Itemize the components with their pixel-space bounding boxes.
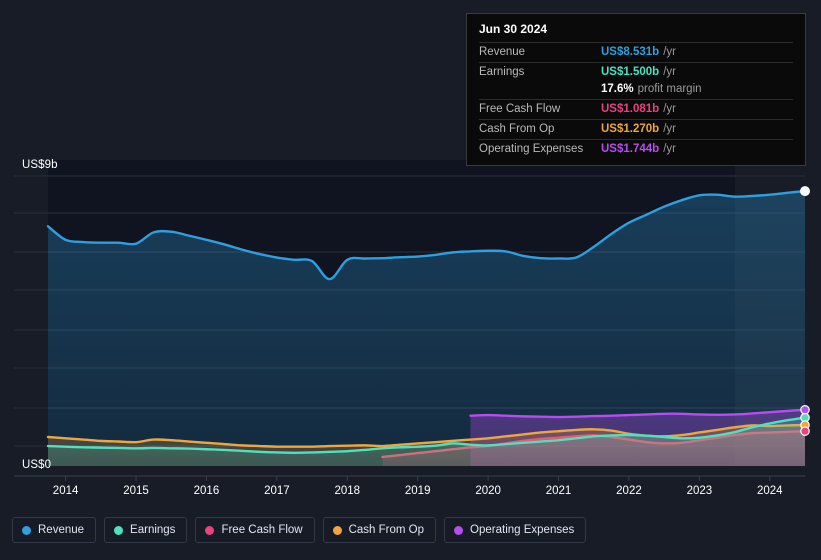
x-axis-tick-2019: 2019	[404, 485, 431, 497]
tooltip-row-value: US$1.500b	[601, 66, 660, 78]
legend-item-cash-from-op[interactable]: Cash From Op	[322, 517, 437, 543]
tooltip-row-label: Revenue	[479, 46, 526, 58]
tooltip-row: 17.6% profit margin	[479, 82, 793, 99]
chart-legend: Revenue Earnings Free Cash Flow Cash From O…	[12, 517, 587, 543]
tooltip-row-unit: /yr	[663, 103, 676, 115]
tooltip-row-label: Earnings	[479, 66, 525, 78]
tooltip-row-unit: /yr	[663, 123, 676, 135]
y-axis-max-label: US$9b	[22, 159, 58, 171]
x-axis-tick-2014: 2014	[52, 485, 79, 497]
end-marker-free-cash-flow	[800, 426, 810, 436]
tooltip-row-unit: profit margin	[637, 83, 702, 95]
data-point-tooltip: Jun 30 2024 Revenue US$8.531b/yr Earnings U…	[466, 13, 806, 166]
legend-item-label: Earnings	[130, 524, 176, 536]
x-axis-tick-2021: 2021	[545, 485, 572, 497]
tooltip-row-value: US$1.081b	[601, 103, 660, 115]
y-axis-min-label: US$0	[22, 459, 52, 471]
legend-item-label: Revenue	[38, 524, 85, 536]
tooltip-row-label: Operating Expenses	[479, 143, 584, 155]
tooltip-row-value: US$1.744b	[601, 143, 660, 155]
x-axis-tick-2017: 2017	[264, 485, 290, 497]
end-marker-operating-expenses	[800, 405, 810, 415]
tooltip-rows: Revenue US$8.531b/yr Earnings US$1.500b/yr 1…	[479, 42, 793, 159]
x-axis-tick-2024: 2024	[756, 485, 783, 497]
tooltip-row-label: Free Cash Flow	[479, 103, 561, 115]
legend-color-dot-icon	[454, 525, 464, 535]
tooltip-row-value: US$8.531b	[601, 46, 660, 58]
x-axis-tick-2015: 2015	[123, 485, 149, 497]
tooltip-row: Earnings US$1.500b/yr	[479, 62, 793, 82]
tooltip-row-unit: /yr	[663, 46, 676, 58]
tooltip-row-unit: /yr	[663, 143, 676, 155]
legend-item-earnings[interactable]: Earnings	[104, 517, 188, 543]
tooltip-row: Revenue US$8.531b/yr	[479, 42, 793, 62]
tooltip-row: Operating Expenses US$1.744b/yr	[479, 139, 793, 159]
x-axis-tick-2022: 2022	[616, 485, 642, 497]
end-marker-revenue	[800, 186, 810, 197]
x-axis-tick-2020: 2020	[475, 485, 501, 497]
legend-item-label: Cash From Op	[348, 524, 425, 536]
tooltip-row: Free Cash Flow US$1.081b/yr	[479, 99, 793, 119]
legend-color-dot-icon	[332, 525, 342, 535]
legend-item-operating-expenses[interactable]: Operating Expenses	[444, 517, 587, 543]
tooltip-row: Cash From Op US$1.270b/yr	[479, 119, 793, 139]
tooltip-row-label: Cash From Op	[479, 123, 555, 135]
tooltip-date: Jun 30 2024	[479, 22, 548, 36]
financial-performance-chart: US$9b US$0 2014 2015 2016 2017 2018 2019 2020 2…	[0, 0, 821, 560]
legend-item-label: Free Cash Flow	[221, 524, 303, 536]
x-axis-tick-2018: 2018	[334, 485, 361, 497]
x-axis-tick-2023: 2023	[686, 485, 713, 497]
tooltip-row-value: 17.6%	[601, 83, 634, 95]
x-axis-tick-2016: 2016	[193, 485, 220, 497]
legend-item-label: Operating Expenses	[470, 524, 575, 536]
legend-color-dot-icon	[22, 525, 31, 535]
legend-item-revenue[interactable]: Revenue	[12, 517, 97, 543]
tooltip-row-value: US$1.270b	[601, 123, 660, 135]
legend-item-free-cash-flow[interactable]: Free Cash Flow	[195, 517, 315, 543]
legend-color-dot-icon	[114, 525, 124, 535]
tooltip-row-unit: /yr	[663, 66, 676, 78]
legend-color-dot-icon	[205, 525, 215, 535]
